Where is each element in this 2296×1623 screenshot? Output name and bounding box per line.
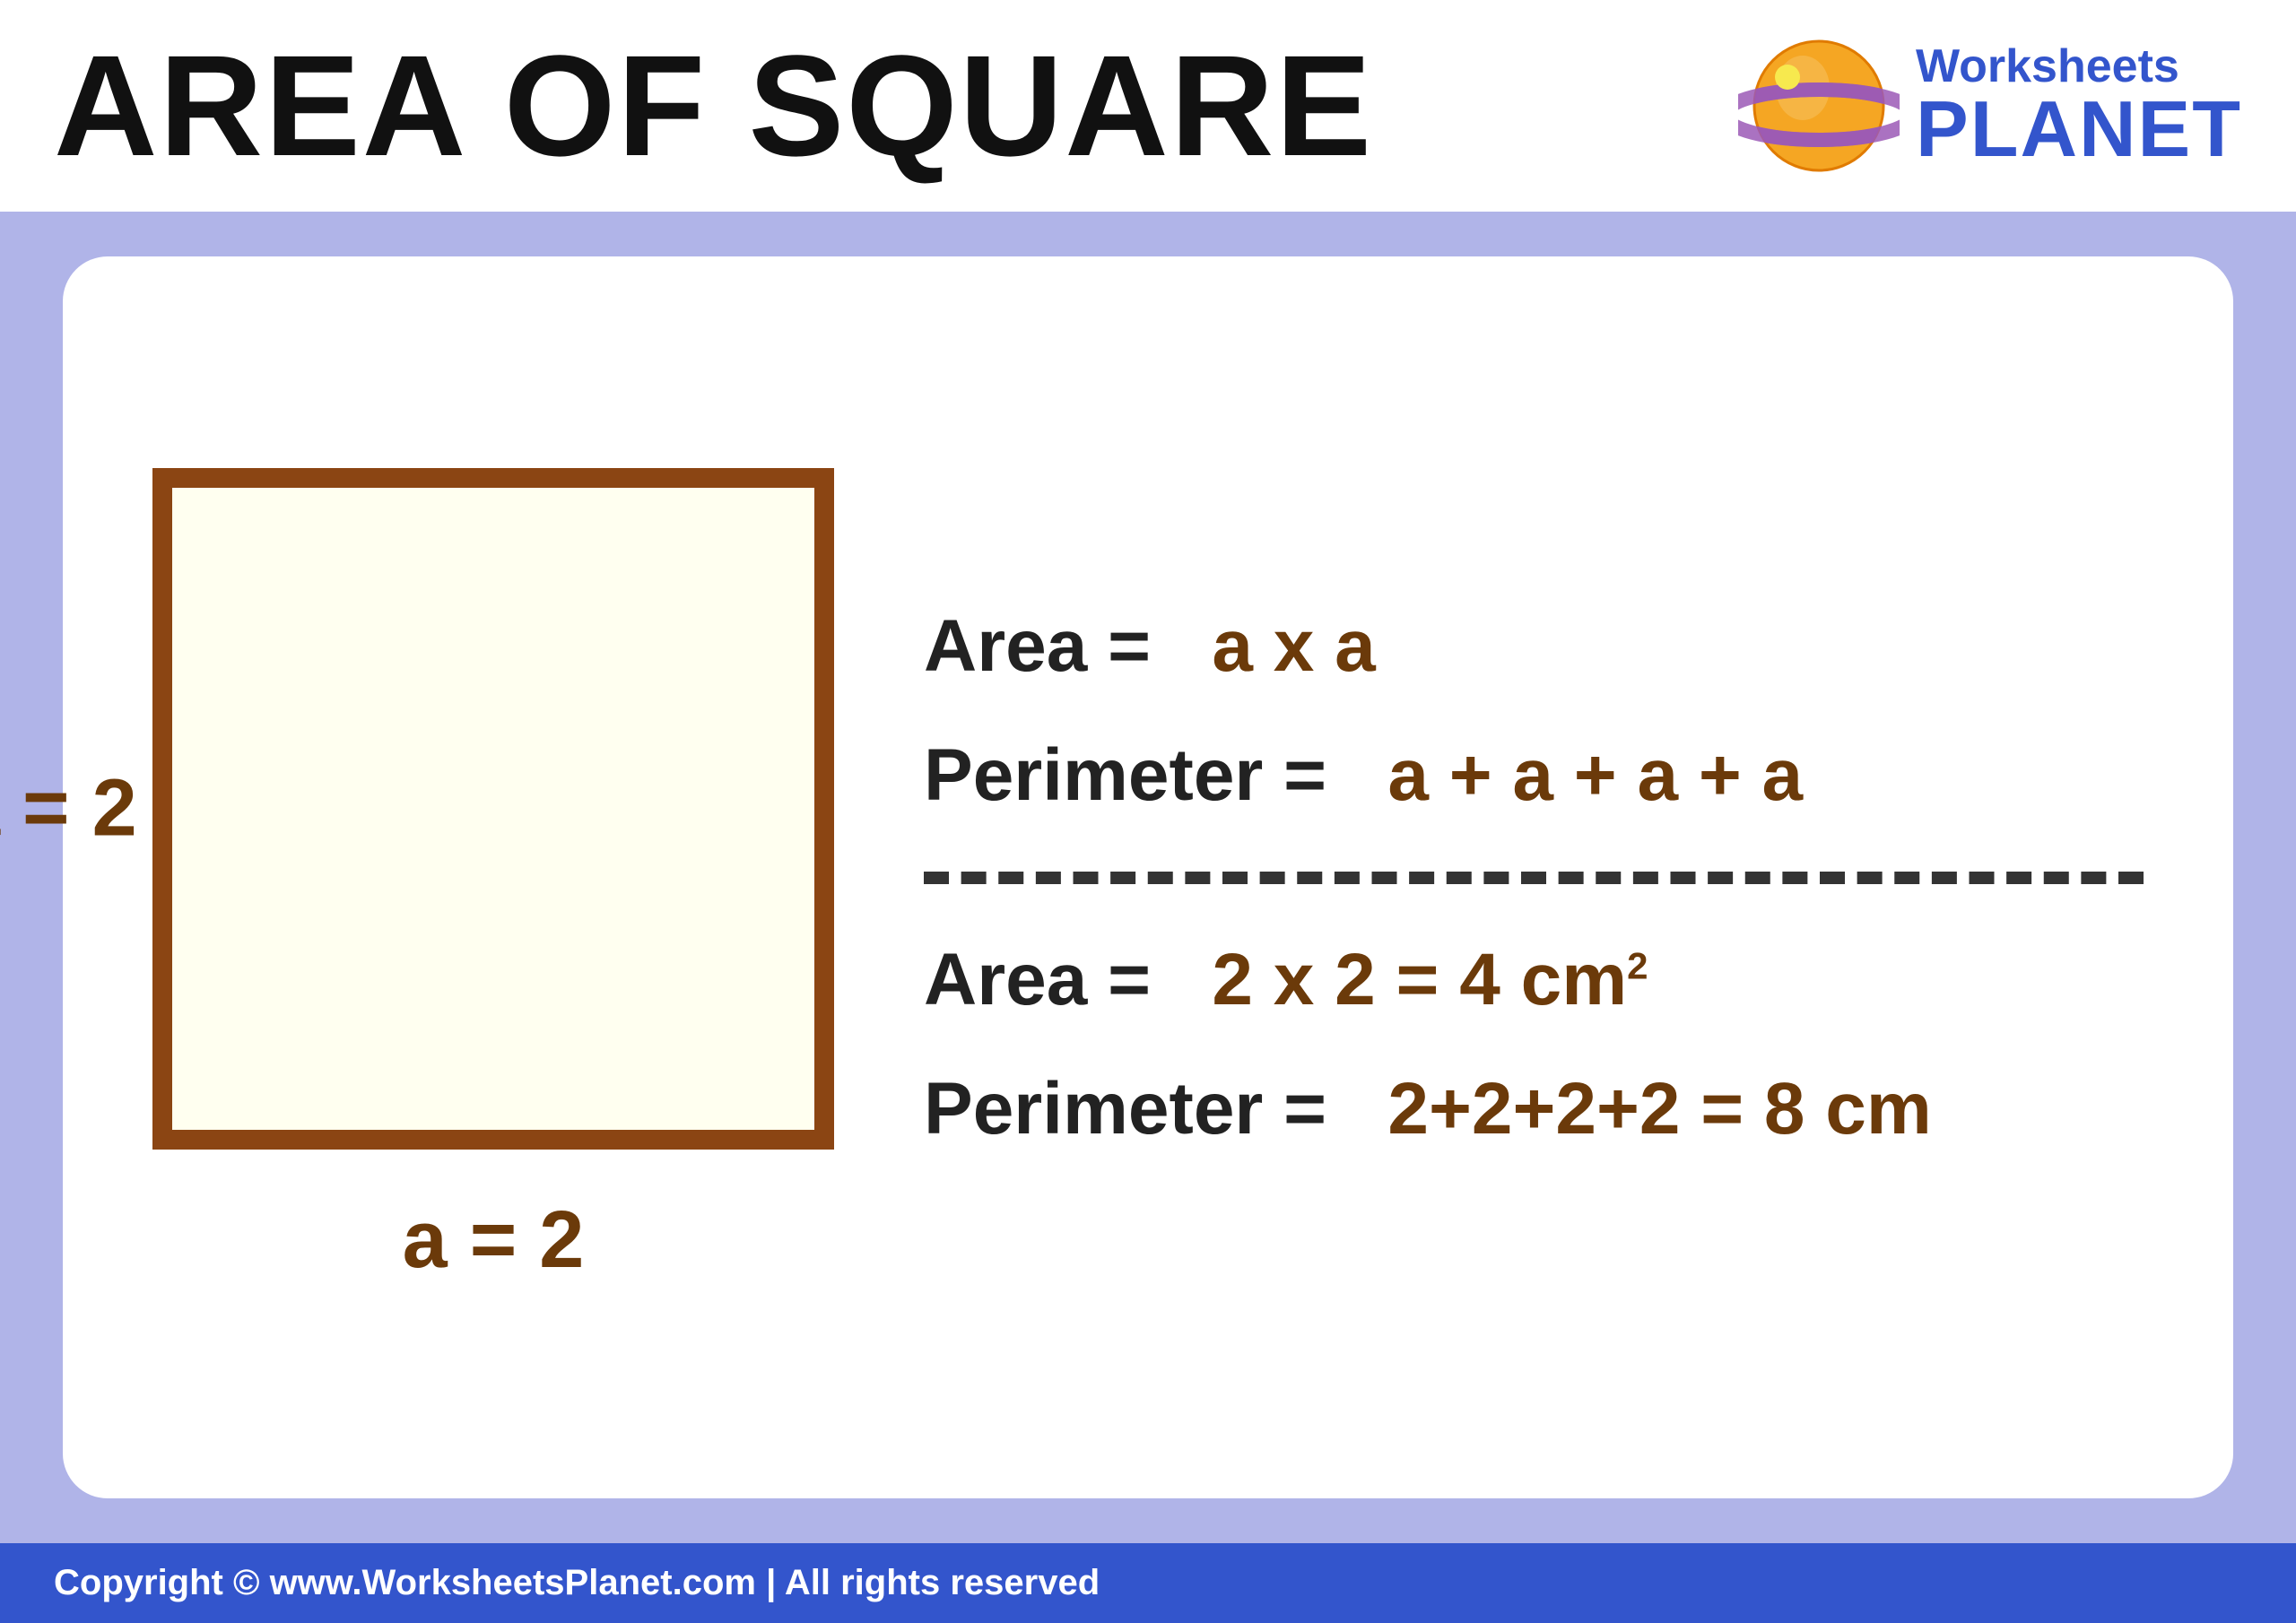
area-formula-label: Area = — [924, 605, 1151, 687]
formulas-section: Area = a x a Perimeter = a + a + a + a A… — [924, 604, 2144, 1151]
area-result-value: 2 x 2 = 4 cm2 — [1212, 939, 1648, 1020]
logo-planet-label: PLANET — [1916, 90, 2242, 169]
footer: Copyright © www.WorksheetsPlanet.com | A… — [0, 1543, 2296, 1623]
area-result-label: Area = — [924, 939, 1151, 1020]
square-wrapper: a = 2 — [152, 468, 834, 1150]
area-result: Area = 2 x 2 = 4 cm2 — [924, 938, 2144, 1022]
area-formula: Area = a x a — [924, 604, 2144, 689]
perimeter-result-value: 2+2+2+2 = 8 cm — [1387, 1068, 1931, 1150]
perimeter-formula-label: Perimeter = — [924, 734, 1326, 816]
content-card: a = 2 a = 2 Area = a x a Perimeter = a +… — [63, 256, 2233, 1498]
header: AREA OF SQUARE Worksheets PLANET — [0, 0, 2296, 212]
logo-text: Worksheets PLANET — [1916, 43, 2242, 169]
logo-worksheets-label: Worksheets — [1916, 43, 2242, 90]
perimeter-formula-value: a + a + a + a — [1387, 734, 1803, 816]
perimeter-result: Perimeter = 2+2+2+2 = 8 cm — [924, 1067, 2144, 1151]
side-label-bottom: a = 2 — [403, 1194, 585, 1287]
footer-text: Copyright © www.WorksheetsPlanet.com | A… — [54, 1563, 1100, 1603]
page-title: AREA OF SQUARE — [54, 34, 1373, 178]
side-label-left: a = 2 — [0, 763, 137, 855]
main-content: a = 2 a = 2 Area = a x a Perimeter = a +… — [0, 212, 2296, 1543]
diagram-section: a = 2 a = 2 — [152, 468, 834, 1287]
area-formula-value: a x a — [1212, 605, 1375, 687]
square-shape — [152, 468, 834, 1150]
logo: Worksheets PLANET — [1738, 25, 2242, 187]
divider — [924, 872, 2144, 884]
superscript-2: 2 — [1627, 944, 1648, 986]
planet-icon — [1738, 25, 1900, 187]
perimeter-formula: Perimeter = a + a + a + a — [924, 733, 2144, 818]
perimeter-result-label: Perimeter = — [924, 1068, 1326, 1150]
